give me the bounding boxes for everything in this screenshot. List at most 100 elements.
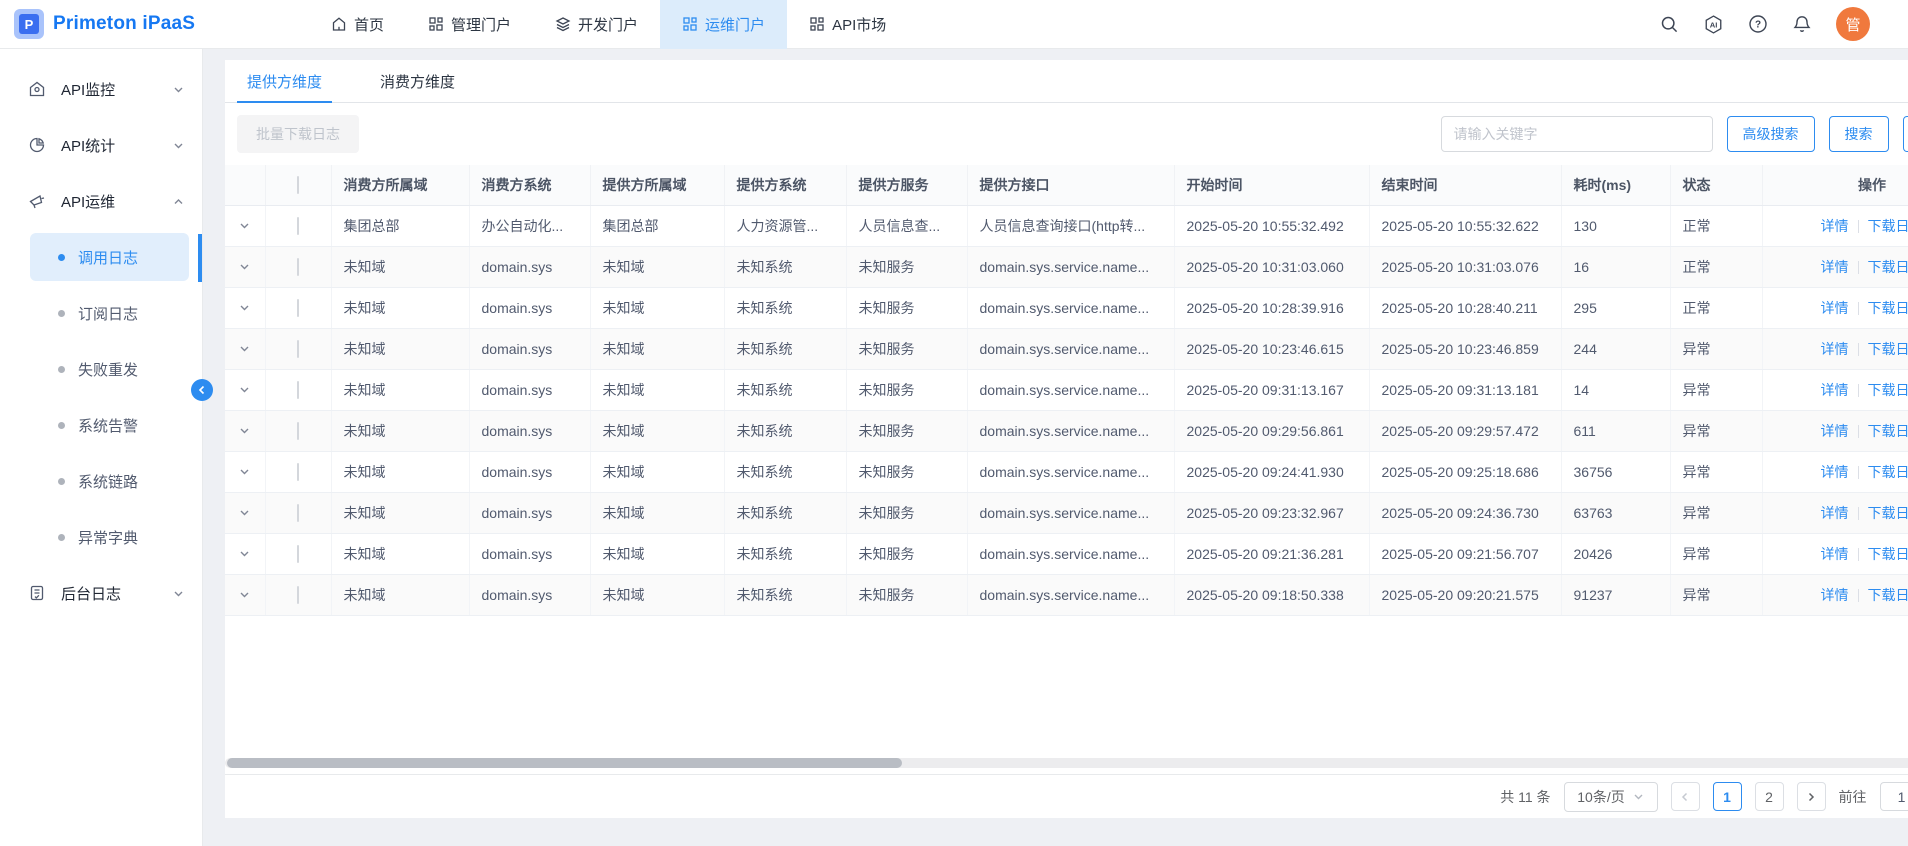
expand-row-icon[interactable] [237,589,253,600]
row-checkbox[interactable] [297,422,299,440]
download-log-link[interactable]: 下载日志 [1868,259,1908,275]
help-icon[interactable]: ? [1748,14,1768,34]
cell-provider-domain: 未知域 [590,246,724,287]
download-log-link[interactable]: 下载日志 [1868,464,1908,480]
row-checkbox[interactable] [297,217,299,235]
detail-link[interactable]: 详情 [1821,382,1849,398]
detail-link[interactable]: 详情 [1821,341,1849,357]
tab-provider-dimension[interactable]: 提供方维度 [237,60,332,102]
cell-consumer-domain: 未知域 [331,492,469,533]
download-log-link[interactable]: 下载日志 [1868,300,1908,316]
sidebar-item-label: 调用日志 [78,247,138,268]
expand-row-icon[interactable] [237,220,253,231]
row-checkbox[interactable] [297,258,299,276]
table-row: 未知域 domain.sys 未知域 未知系统 未知服务 domain.sys.… [225,492,1908,533]
detail-link[interactable]: 详情 [1821,505,1849,521]
row-checkbox[interactable] [297,504,299,522]
sidebar-item-system-links[interactable]: 系统链路 [0,453,202,509]
row-checkbox[interactable] [297,299,299,317]
prev-page-button[interactable] [1671,782,1700,811]
cell-end-time: 2025-05-20 09:25:18.686 [1369,451,1561,492]
sidebar-item-failure-resend[interactable]: 失败重发 [0,341,202,397]
detail-link[interactable]: 详情 [1821,300,1849,316]
keyword-search-input[interactable] [1441,116,1713,152]
cell-consumer-domain: 未知域 [331,246,469,287]
sidebar-item-api-ops[interactable]: API运维 [0,173,202,229]
detail-link[interactable]: 详情 [1821,546,1849,562]
table-row: 集团总部 办公自动化... 集团总部 人力资源管... 人员信息查... 人员信… [225,205,1908,246]
select-all-checkbox[interactable] [297,176,299,194]
clear-button[interactable]: 清空 [1903,116,1908,152]
detail-link[interactable]: 详情 [1821,259,1849,275]
expand-row-icon[interactable] [237,261,253,272]
row-checkbox[interactable] [297,586,299,604]
expand-row-icon[interactable] [237,507,253,518]
topnav-item-ops-portal[interactable]: 运维门户 [660,0,787,49]
batch-download-button[interactable]: 批量下载日志 [237,115,359,153]
cell-actions: 详情 下载日志 [1762,246,1908,287]
topnav-item-home[interactable]: 首页 [309,0,406,49]
cell-provider-system: 未知系统 [724,410,846,451]
topnav-item-dev-portal[interactable]: 开发门户 [533,0,660,49]
goto-label: 前往 [1839,787,1867,807]
avatar-text: 管 [1845,14,1860,35]
expand-row-icon[interactable] [237,302,253,313]
cell-actions: 详情 下载日志 [1762,328,1908,369]
bell-icon[interactable] [1792,14,1812,34]
table-row: 未知域 domain.sys 未知域 未知系统 未知服务 domain.sys.… [225,328,1908,369]
page-button-1[interactable]: 1 [1713,782,1742,811]
detail-link[interactable]: 详情 [1821,464,1849,480]
row-checkbox-cell [265,328,331,369]
row-checkbox[interactable] [297,545,299,563]
expand-row-icon[interactable] [237,384,253,395]
expand-row-icon[interactable] [237,425,253,436]
col-provider-domain: 提供方所属域 [590,165,724,205]
next-page-button[interactable] [1797,782,1826,811]
cell-provider-api: domain.sys.service.name... [967,369,1174,410]
tab-consumer-dimension[interactable]: 消费方维度 [370,60,465,102]
goto-page-input[interactable] [1880,782,1908,811]
grid-icon [809,16,825,32]
sidebar-item-call-logs[interactable]: 调用日志 [0,229,202,285]
sidebar-item-subscribe-logs[interactable]: 订阅日志 [0,285,202,341]
brand-name: Primeton iPaaS [53,13,195,35]
sidebar-item-api-stats[interactable]: API统计 [0,117,202,173]
search-button[interactable]: 搜索 [1829,116,1889,152]
download-log-link[interactable]: 下载日志 [1868,382,1908,398]
link-separator [1858,425,1859,438]
download-log-link[interactable]: 下载日志 [1868,341,1908,357]
expand-row-icon[interactable] [237,343,253,354]
detail-link[interactable]: 详情 [1821,218,1849,234]
sidebar-item-backend-logs[interactable]: 后台日志 [0,565,202,621]
sidebar-item-system-alerts[interactable]: 系统告警 [0,397,202,453]
topnav-item-api-market[interactable]: API市场 [787,0,908,49]
advanced-search-button[interactable]: 高级搜索 [1727,116,1815,152]
ai-assistant-icon[interactable]: AI [1703,14,1724,35]
expand-row-icon[interactable] [237,548,253,559]
link-separator [1858,384,1859,397]
detail-link[interactable]: 详情 [1821,423,1849,439]
cell-provider-api: domain.sys.service.name... [967,410,1174,451]
cell-provider-domain: 未知域 [590,328,724,369]
page-size-select[interactable]: 10条/页 [1564,782,1658,812]
download-log-link[interactable]: 下载日志 [1868,587,1908,603]
sidebar-item-exception-dict[interactable]: 异常字典 [0,509,202,565]
expand-row-icon[interactable] [237,466,253,477]
scrollbar-thumb[interactable] [227,758,902,768]
sidebar-item-api-monitor[interactable]: API监控 [0,61,202,117]
download-log-link[interactable]: 下载日志 [1868,423,1908,439]
detail-link[interactable]: 详情 [1821,587,1849,603]
download-log-link[interactable]: 下载日志 [1868,546,1908,562]
row-checkbox[interactable] [297,381,299,399]
user-avatar[interactable]: 管 [1836,7,1870,41]
sidebar-collapse-button[interactable] [191,379,213,401]
chevron-left-icon [1680,792,1690,802]
cell-duration: 91237 [1561,574,1670,615]
topnav-item-admin-portal[interactable]: 管理门户 [406,0,533,49]
row-checkbox[interactable] [297,340,299,358]
download-log-link[interactable]: 下载日志 [1868,505,1908,521]
download-log-link[interactable]: 下载日志 [1868,218,1908,234]
page-button-2[interactable]: 2 [1755,782,1784,811]
row-checkbox[interactable] [297,463,299,481]
search-icon[interactable] [1660,15,1679,34]
